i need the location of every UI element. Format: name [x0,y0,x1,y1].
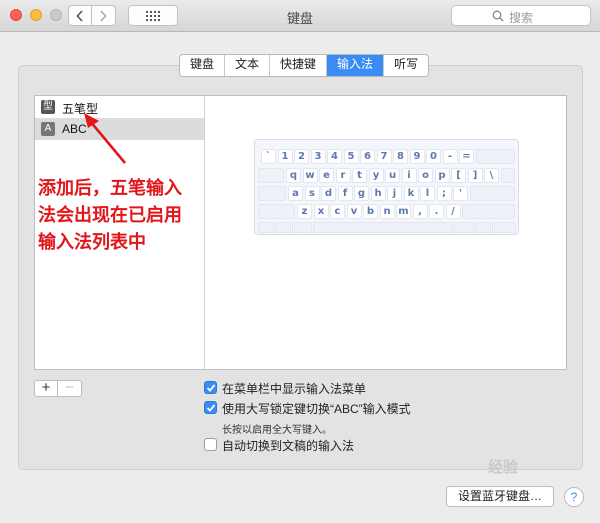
annotation-line: 添加后，五笔输入 [38,178,182,198]
annotation-line: 法会出现在已启用 [38,205,182,225]
annotation-text: 添加后，五笔输入 法会出现在已启用 输入法列表中 [38,175,218,256]
annotation-line: 输入法列表中 [38,232,146,252]
annotation-arrow-icon [84,113,126,164]
